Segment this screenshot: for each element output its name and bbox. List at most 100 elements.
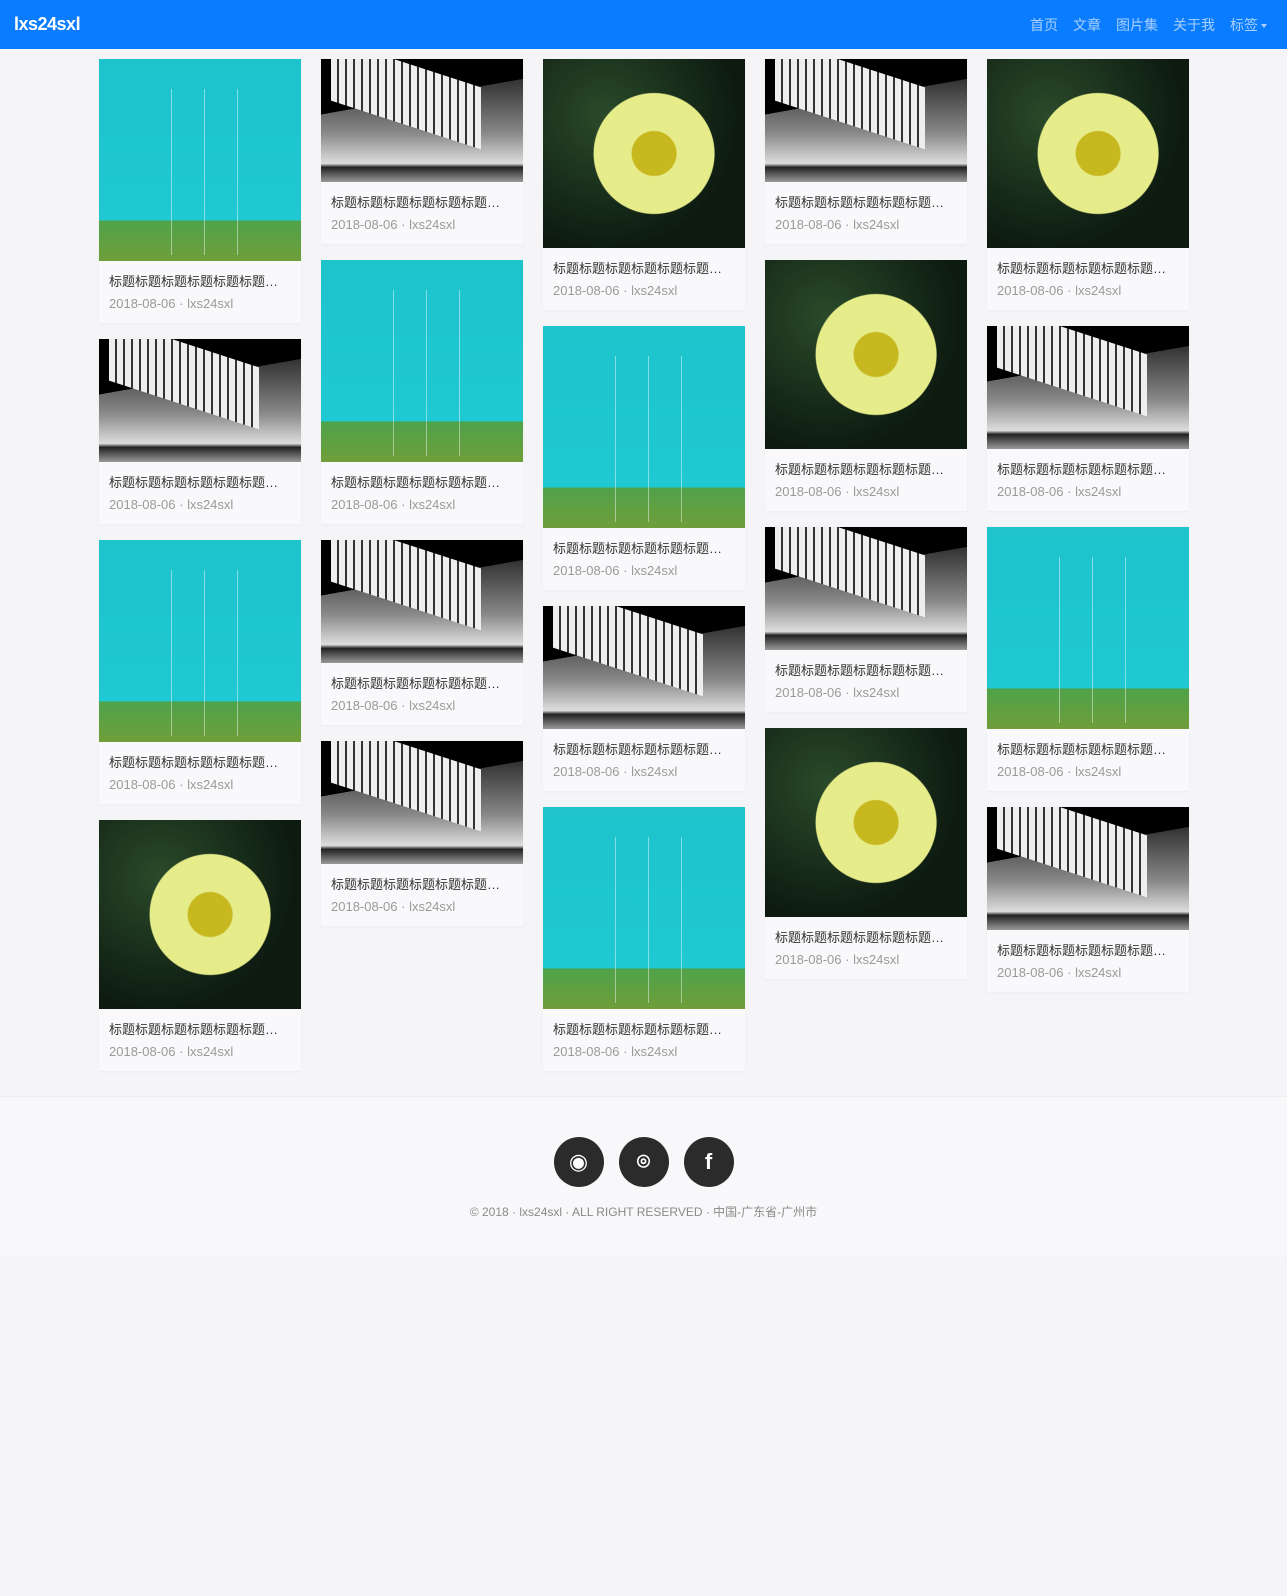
card-title[interactable]: 标题标题标题标题标题标题标题标题 xyxy=(775,192,957,211)
gallery-card[interactable]: 标题标题标题标题标题标题标题标题 2018-08-06 · lxs24sxl xyxy=(765,728,967,979)
card-date: 2018-08-06 xyxy=(553,764,620,779)
gallery-card[interactable]: 标题标题标题标题标题标题标题标题 2018-08-06 · lxs24sxl xyxy=(543,606,745,791)
card-title[interactable]: 标题标题标题标题标题标题标题标题 xyxy=(109,271,291,290)
card-image[interactable] xyxy=(321,59,523,182)
card-image[interactable] xyxy=(321,260,523,462)
card-title[interactable]: 标题标题标题标题标题标题标题标题 xyxy=(553,739,735,758)
gallery-card[interactable]: 标题标题标题标题标题标题标题标题 2018-08-06 · lxs24sxl xyxy=(321,59,523,244)
weibo-icon[interactable]: ◉ xyxy=(553,1137,604,1187)
card-author: lxs24sxl xyxy=(187,296,234,311)
card-title[interactable]: 标题标题标题标题标题标题标题标题 xyxy=(331,472,513,491)
gallery-card[interactable]: 标题标题标题标题标题标题标题标题 2018-08-06 · lxs24sxl xyxy=(765,59,967,244)
nav-tags-label: 标签 xyxy=(1230,16,1258,33)
card-title[interactable]: 标题标题标题标题标题标题标题标题 xyxy=(331,673,513,692)
card-meta: 2018-08-06 · lxs24sxl xyxy=(109,497,234,512)
nav-menu: 首页 文章 图片集 关于我 标签 xyxy=(1030,15,1273,35)
card-date: 2018-08-06 xyxy=(331,497,398,512)
card-meta: 2018-08-06 · lxs24sxl xyxy=(997,764,1122,779)
card-image[interactable] xyxy=(543,807,745,1009)
card-image[interactable] xyxy=(543,59,745,248)
gallery-card[interactable]: 标题标题标题标题标题标题标题标题 2018-08-06 · lxs24sxl xyxy=(99,339,301,524)
card-author: lxs24sxl xyxy=(1075,965,1122,980)
card-image[interactable] xyxy=(99,339,301,462)
card-title[interactable]: 标题标题标题标题标题标题标题标题 xyxy=(775,459,957,478)
gallery-card[interactable]: 标题标题标题标题标题标题标题标题 2018-08-06 · lxs24sxl xyxy=(543,807,745,1071)
gallery-card[interactable]: 标题标题标题标题标题标题标题标题 2018-08-06 · lxs24sxl xyxy=(543,326,745,590)
card-title[interactable]: 标题标题标题标题标题标题标题标题 xyxy=(553,258,735,277)
gallery-card[interactable]: 标题标题标题标题标题标题标题标题 2018-08-06 · lxs24sxl xyxy=(321,540,523,725)
gallery-card[interactable]: 标题标题标题标题标题标题标题标题 2018-08-06 · lxs24sxl xyxy=(321,260,523,524)
card-meta: 2018-08-06 · lxs24sxl xyxy=(553,283,678,298)
gallery-card[interactable]: 标题标题标题标题标题标题标题标题 2018-08-06 · lxs24sxl xyxy=(987,59,1189,310)
card-title[interactable]: 标题标题标题标题标题标题标题标题 xyxy=(775,660,957,679)
card-image[interactable] xyxy=(321,540,523,663)
nav-home[interactable]: 首页 xyxy=(1030,15,1058,35)
card-image[interactable] xyxy=(765,728,967,917)
card-image[interactable] xyxy=(987,807,1189,930)
gallery-card[interactable]: 标题标题标题标题标题标题标题标题 2018-08-06 · lxs24sxl xyxy=(321,741,523,926)
gallery-column: 标题标题标题标题标题标题标题标题 2018-08-06 · lxs24sxl 标… xyxy=(321,59,523,1071)
gallery-card[interactable]: 标题标题标题标题标题标题标题标题 2018-08-06 · lxs24sxl xyxy=(543,59,745,310)
gallery-card[interactable]: 标题标题标题标题标题标题标题标题 2018-08-06 · lxs24sxl xyxy=(99,59,301,323)
nav-articles[interactable]: 文章 xyxy=(1073,15,1101,35)
card-date: 2018-08-06 xyxy=(775,217,842,232)
footer: ◉ ⌾ f © 2018 · lxs24sxl · ALL RIGHT RESE… xyxy=(0,1096,1287,1257)
card-meta: 2018-08-06 · lxs24sxl xyxy=(109,1044,234,1059)
nav-tags-dropdown[interactable]: 标签 xyxy=(1230,15,1267,35)
github-icon[interactable]: ⌾ xyxy=(618,1137,669,1187)
card-title[interactable]: 标题标题标题标题标题标题标题标题 xyxy=(109,752,291,771)
card-date: 2018-08-06 xyxy=(109,497,176,512)
card-image[interactable] xyxy=(987,527,1189,729)
card-title[interactable]: 标题标题标题标题标题标题标题标题 xyxy=(109,1019,291,1038)
card-title[interactable]: 标题标题标题标题标题标题标题标题 xyxy=(997,940,1179,959)
card-title[interactable]: 标题标题标题标题标题标题标题标题 xyxy=(997,739,1179,758)
card-title[interactable]: 标题标题标题标题标题标题标题标题 xyxy=(553,538,735,557)
nav-gallery[interactable]: 图片集 xyxy=(1116,15,1158,35)
card-meta: 2018-08-06 · lxs24sxl xyxy=(775,217,900,232)
card-image[interactable] xyxy=(765,59,967,182)
card-meta: 2018-08-06 · lxs24sxl xyxy=(997,484,1122,499)
card-date: 2018-08-06 xyxy=(775,685,842,700)
gallery-card[interactable]: 标题标题标题标题标题标题标题标题 2018-08-06 · lxs24sxl xyxy=(99,540,301,804)
card-meta: 2018-08-06 · lxs24sxl xyxy=(331,497,456,512)
card-author: lxs24sxl xyxy=(853,952,900,967)
gallery-card[interactable]: 标题标题标题标题标题标题标题标题 2018-08-06 · lxs24sxl xyxy=(987,326,1189,511)
card-image[interactable] xyxy=(987,326,1189,449)
card-author: lxs24sxl xyxy=(631,1044,678,1059)
card-image[interactable] xyxy=(543,326,745,528)
card-title[interactable]: 标题标题标题标题标题标题标题标题 xyxy=(331,874,513,893)
card-author: lxs24sxl xyxy=(187,777,234,792)
card-image[interactable] xyxy=(321,741,523,864)
card-date: 2018-08-06 xyxy=(331,217,398,232)
card-image[interactable] xyxy=(99,540,301,742)
card-author: lxs24sxl xyxy=(631,764,678,779)
card-author: lxs24sxl xyxy=(853,685,900,700)
card-image[interactable] xyxy=(543,606,745,729)
gallery-column: 标题标题标题标题标题标题标题标题 2018-08-06 · lxs24sxl 标… xyxy=(543,59,745,1071)
card-date: 2018-08-06 xyxy=(331,698,398,713)
card-title[interactable]: 标题标题标题标题标题标题标题标题 xyxy=(109,472,291,491)
card-image[interactable] xyxy=(99,820,301,1009)
card-title[interactable]: 标题标题标题标题标题标题标题标题 xyxy=(331,192,513,211)
gallery-card[interactable]: 标题标题标题标题标题标题标题标题 2018-08-06 · lxs24sxl xyxy=(765,527,967,712)
card-author: lxs24sxl xyxy=(409,698,456,713)
gallery-card[interactable]: 标题标题标题标题标题标题标题标题 2018-08-06 · lxs24sxl xyxy=(987,807,1189,992)
card-title[interactable]: 标题标题标题标题标题标题标题标题 xyxy=(997,459,1179,478)
card-image[interactable] xyxy=(765,260,967,449)
card-meta: 2018-08-06 · lxs24sxl xyxy=(109,296,234,311)
card-image[interactable] xyxy=(987,59,1189,248)
card-image[interactable] xyxy=(99,59,301,261)
nav-about[interactable]: 关于我 xyxy=(1173,15,1215,35)
card-author: lxs24sxl xyxy=(409,217,456,232)
card-title[interactable]: 标题标题标题标题标题标题标题标题 xyxy=(553,1019,735,1038)
gallery-card[interactable]: 标题标题标题标题标题标题标题标题 2018-08-06 · lxs24sxl xyxy=(765,260,967,511)
card-title[interactable]: 标题标题标题标题标题标题标题标题 xyxy=(997,258,1179,277)
card-image[interactable] xyxy=(765,527,967,650)
card-author: lxs24sxl xyxy=(853,484,900,499)
gallery-card[interactable]: 标题标题标题标题标题标题标题标题 2018-08-06 · lxs24sxl xyxy=(99,820,301,1071)
gallery-card[interactable]: 标题标题标题标题标题标题标题标题 2018-08-06 · lxs24sxl xyxy=(987,527,1189,791)
facebook-icon[interactable]: f xyxy=(683,1137,734,1187)
card-title[interactable]: 标题标题标题标题标题标题标题标题 xyxy=(775,927,957,946)
brand-logo[interactable]: lxs24sxl xyxy=(14,14,81,35)
card-author: lxs24sxl xyxy=(1075,484,1122,499)
